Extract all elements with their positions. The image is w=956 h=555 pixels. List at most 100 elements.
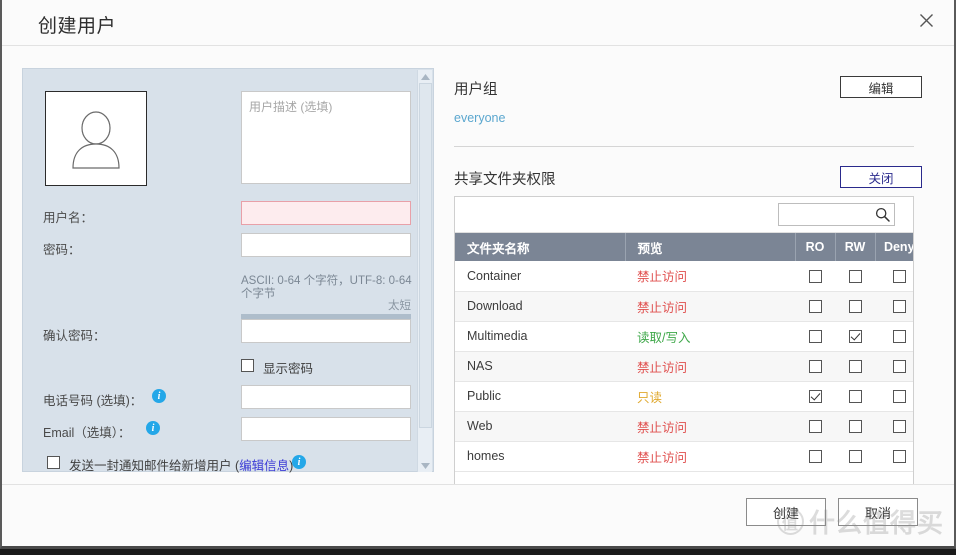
scroll-down-arrow-icon[interactable] (418, 459, 433, 472)
cell-folder-name: Download (455, 291, 625, 322)
search-icon[interactable] (875, 207, 890, 227)
checkbox[interactable] (892, 330, 906, 344)
cell-rw-checkbox[interactable] (835, 381, 875, 412)
cell-folder-name: homes (455, 441, 625, 472)
table-row[interactable]: homes 禁止访问 (455, 441, 913, 472)
cell-rw-checkbox[interactable] (835, 291, 875, 322)
close-icon[interactable] (912, 6, 940, 34)
confirm-password-label: 确认密码： (43, 329, 106, 343)
cell-deny-checkbox[interactable] (875, 351, 913, 382)
cell-deny-checkbox[interactable] (875, 411, 913, 442)
scroll-up-arrow-icon[interactable] (418, 70, 433, 83)
checkbox[interactable] (808, 269, 822, 283)
table-header: 文件夹名称 预览 RO RW Deny (455, 233, 913, 261)
table-body: Container 禁止访问 Download 禁止访问 Multimedia 读取/写入… (455, 261, 913, 472)
page-title: 创建用户 (38, 16, 117, 37)
col-ro: RO (795, 233, 836, 261)
checkbox[interactable] (848, 330, 862, 344)
cell-deny-checkbox[interactable] (875, 261, 913, 292)
checkbox[interactable] (808, 360, 822, 374)
password-strength-label: 太短 (388, 300, 411, 312)
cell-rw-checkbox[interactable] (835, 321, 875, 352)
create-button[interactable]: 创建 (746, 498, 826, 526)
cell-ro-checkbox[interactable] (795, 321, 835, 352)
user-description-input[interactable] (241, 91, 411, 184)
show-password-label: 显示密码 (263, 362, 314, 376)
table-header-row: 文件夹名称 预览 RO RW Deny (455, 233, 913, 261)
cell-preview: 禁止访问 (625, 291, 795, 322)
cell-rw-checkbox[interactable] (835, 441, 875, 472)
table-row[interactable]: Download 禁止访问 (455, 291, 913, 322)
checkbox[interactable] (848, 390, 862, 404)
search-box[interactable] (778, 203, 895, 226)
checkbox[interactable] (848, 450, 862, 464)
cell-preview: 读取/写入 (625, 321, 795, 352)
close-permissions-button[interactable]: 关闭 (840, 166, 922, 188)
table-row[interactable]: Multimedia 读取/写入 (455, 321, 913, 352)
table-row[interactable]: Public 只读 (455, 381, 913, 412)
col-rw: RW (835, 233, 876, 261)
cell-ro-checkbox[interactable] (795, 291, 835, 322)
email-label: Email（选填）： (43, 426, 131, 440)
phone-info-icon[interactable]: i (152, 389, 166, 403)
cell-deny-checkbox[interactable] (875, 321, 913, 352)
cell-rw-checkbox[interactable] (835, 351, 875, 382)
notify-email-link[interactable]: 编辑信息 (239, 459, 289, 473)
table-row[interactable]: Web 禁止访问 (455, 411, 913, 442)
checkbox[interactable] (892, 360, 906, 374)
notify-email-info-icon[interactable]: i (292, 455, 306, 469)
cell-rw-checkbox[interactable] (835, 411, 875, 442)
notify-email-label: 发送一封通知邮件给新增用户 (编辑信息) (69, 455, 293, 474)
email-field[interactable] (241, 417, 411, 441)
cell-preview: 禁止访问 (625, 441, 795, 472)
checkbox[interactable] (848, 360, 862, 374)
checkbox[interactable] (892, 390, 906, 404)
checkbox[interactable] (892, 300, 906, 314)
dialog-title-bar: 创建用户 (2, 0, 954, 46)
cancel-button[interactable]: 取消 (838, 498, 918, 526)
username-input[interactable] (241, 201, 411, 225)
cell-folder-name: Container (455, 261, 625, 292)
email-info-icon[interactable]: i (146, 421, 160, 435)
checkbox[interactable] (808, 390, 822, 404)
section-divider (454, 146, 914, 147)
checkbox[interactable] (892, 420, 906, 434)
password-input[interactable] (241, 233, 411, 257)
table-row[interactable]: Container 禁止访问 (455, 261, 913, 292)
cell-folder-name: Public (455, 381, 625, 412)
form-scrollbar-thumb[interactable] (419, 83, 432, 428)
cell-ro-checkbox[interactable] (795, 261, 835, 292)
group-member-everyone[interactable]: everyone (454, 111, 505, 125)
checkbox[interactable] (892, 450, 906, 464)
phone-input[interactable] (241, 385, 411, 409)
confirm-password-input[interactable] (241, 319, 411, 343)
cell-deny-checkbox[interactable] (875, 291, 913, 322)
cell-ro-checkbox[interactable] (795, 351, 835, 382)
cell-ro-checkbox[interactable] (795, 441, 835, 472)
show-password-checkbox[interactable] (241, 359, 254, 372)
col-deny: Deny (875, 233, 913, 261)
cell-preview: 禁止访问 (625, 261, 795, 292)
avatar[interactable] (45, 91, 147, 186)
dialog-footer: 创建 取消 值 什么值得买 (2, 484, 954, 546)
cell-rw-checkbox[interactable] (835, 261, 875, 292)
cell-deny-checkbox[interactable] (875, 441, 913, 472)
password-label: 密码： (43, 243, 81, 257)
cell-ro-checkbox[interactable] (795, 381, 835, 412)
cell-deny-checkbox[interactable] (875, 381, 913, 412)
table-toolbar (455, 197, 913, 233)
checkbox[interactable] (892, 269, 906, 283)
checkbox[interactable] (808, 420, 822, 434)
form-scrollbar[interactable] (417, 70, 432, 472)
table-row[interactable]: NAS 禁止访问 (455, 351, 913, 382)
search-input[interactable] (779, 204, 875, 225)
edit-group-button[interactable]: 编辑 (840, 76, 922, 98)
checkbox[interactable] (848, 269, 862, 283)
checkbox[interactable] (808, 300, 822, 314)
checkbox[interactable] (848, 420, 862, 434)
checkbox[interactable] (808, 450, 822, 464)
notify-email-checkbox[interactable] (47, 456, 60, 469)
checkbox[interactable] (848, 300, 862, 314)
cell-ro-checkbox[interactable] (795, 411, 835, 442)
checkbox[interactable] (808, 330, 822, 344)
